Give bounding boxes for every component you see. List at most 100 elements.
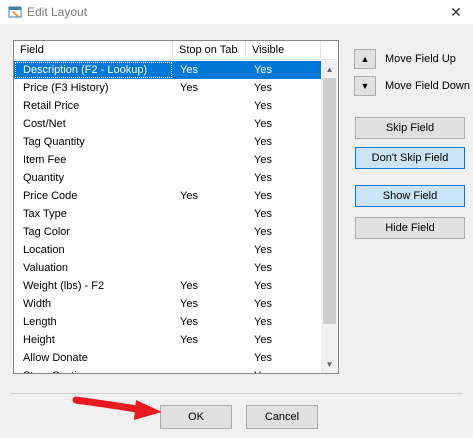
ok-button[interactable]: OK	[160, 405, 232, 429]
stop-on-tab-cell: Yes	[180, 64, 198, 76]
move-field-down-button[interactable]: ▼	[354, 76, 376, 96]
hide-field-button[interactable]: Hide Field	[355, 217, 465, 239]
list-row[interactable]: Height Yes Yes	[14, 331, 321, 349]
annotation-arrow-icon	[72, 396, 162, 420]
vertical-scrollbar[interactable]: ▲ ▼	[321, 61, 338, 373]
list-row[interactable]: Tag Quantity Yes	[14, 133, 321, 151]
field-cell: Height	[23, 334, 55, 346]
stop-on-tab-cell: Yes	[180, 298, 198, 310]
title-bar: Edit Layout ✕	[0, 0, 473, 24]
move-down-row: ▼ Move Field Down	[354, 75, 470, 97]
show-field-button[interactable]: Show Field	[355, 185, 465, 207]
visible-cell: Yes	[254, 208, 272, 220]
visible-cell: Yes	[246, 367, 321, 373]
stop-on-tab-cell: Yes	[180, 82, 198, 94]
stop-on-tab-cell	[173, 169, 246, 187]
stop-on-tab-cell	[173, 115, 246, 133]
skip-field-button[interactable]: Skip Field	[355, 117, 465, 139]
field-cell: Location	[23, 244, 65, 256]
visible-cell: Yes	[254, 334, 272, 346]
field-cell: Tag Quantity	[23, 136, 85, 148]
stop-on-tab-cell: Yes	[180, 316, 198, 328]
list-row[interactable]: Price Code Yes Yes	[14, 187, 321, 205]
list-body: Description (F2 - Lookup) Yes Yes Price (F3…	[14, 61, 321, 373]
column-header-stop-on-tab[interactable]: Stop on Tab	[173, 41, 246, 60]
stop-on-tab-cell: Yes	[180, 190, 198, 202]
visible-cell: Yes	[254, 244, 272, 256]
visible-cell: Yes	[254, 262, 272, 274]
list-row[interactable]: Width Yes Yes	[14, 295, 321, 313]
list-row[interactable]: Location Yes	[14, 241, 321, 259]
list-row[interactable]: Weight (lbs) - F2 Yes Yes	[14, 277, 321, 295]
visible-cell: Yes	[254, 118, 272, 130]
move-down-label: Move Field Down	[385, 80, 470, 92]
field-cell: Retail Price	[23, 100, 80, 112]
window-title: Edit Layout	[27, 5, 88, 19]
field-cell: Price (F3 History)	[23, 82, 109, 94]
list-row[interactable]: Item Fee Yes	[14, 151, 321, 169]
visible-cell: Yes	[254, 352, 272, 364]
field-cell: Store Section	[14, 367, 173, 373]
scroll-thumb[interactable]	[323, 78, 336, 324]
list-row[interactable]: Tag Color Yes	[14, 223, 321, 241]
field-cell: Width	[23, 298, 52, 310]
list-row[interactable]: Cost/Net Yes	[14, 115, 321, 133]
stop-on-tab-cell	[173, 241, 246, 259]
column-header-visible[interactable]: Visible	[246, 41, 321, 60]
triangle-down-icon: ▼	[360, 81, 370, 91]
list-row[interactable]: Allow Donate Yes	[14, 349, 321, 367]
stop-on-tab-cell	[173, 367, 246, 373]
field-cell: Valuation	[23, 262, 69, 274]
visible-cell: Yes	[254, 280, 272, 292]
list-row[interactable]: Retail Price Yes	[14, 97, 321, 115]
stop-on-tab-cell	[173, 223, 246, 241]
visible-cell: Yes	[254, 154, 272, 166]
column-header-field[interactable]: Field	[14, 41, 173, 60]
close-button[interactable]: ✕	[439, 0, 473, 24]
list-row[interactable]: Store Section Yes	[14, 367, 321, 373]
list-row[interactable]: Description (F2 - Lookup) Yes Yes	[14, 61, 321, 79]
field-cell: Length	[23, 316, 57, 328]
stop-on-tab-cell	[173, 349, 246, 367]
list-row[interactable]: Length Yes Yes	[14, 313, 321, 331]
stop-on-tab-cell: Yes	[180, 280, 198, 292]
move-up-row: ▲ Move Field Up	[354, 48, 456, 70]
field-cell: Weight (lbs) - F2	[23, 280, 105, 292]
edit-layout-dialog: Edit Layout ✕ Field Stop on Tab Visible …	[0, 0, 473, 438]
visible-cell: Yes	[254, 226, 272, 238]
dont-skip-field-button[interactable]: Don't Skip Field	[355, 147, 465, 169]
cancel-button[interactable]: Cancel	[246, 405, 318, 429]
field-cell: Quantity	[23, 172, 64, 184]
list-row[interactable]: Valuation Yes	[14, 259, 321, 277]
move-up-label: Move Field Up	[385, 53, 456, 65]
visible-cell: Yes	[254, 82, 272, 94]
triangle-up-icon: ▲	[360, 54, 370, 64]
scroll-up-icon[interactable]: ▲	[321, 61, 338, 78]
list-row[interactable]: Price (F3 History) Yes Yes	[14, 79, 321, 97]
list-row[interactable]: Tax Type Yes	[14, 205, 321, 223]
stop-on-tab-cell	[173, 151, 246, 169]
scroll-down-icon[interactable]: ▼	[321, 356, 338, 373]
field-cell: Item Fee	[23, 154, 67, 166]
visible-cell: Yes	[254, 298, 272, 310]
stop-on-tab-cell	[173, 259, 246, 277]
visible-cell: Yes	[254, 316, 272, 328]
visible-cell: Yes	[254, 64, 272, 76]
field-cell: Price Code	[23, 190, 78, 202]
list-row[interactable]: Quantity Yes	[14, 169, 321, 187]
app-icon	[8, 6, 22, 18]
stop-on-tab-cell	[173, 97, 246, 115]
move-field-up-button[interactable]: ▲	[354, 49, 376, 69]
stop-on-tab-cell: Yes	[180, 334, 198, 346]
field-cell: Cost/Net	[23, 118, 66, 130]
close-icon: ✕	[450, 3, 462, 20]
stop-on-tab-cell	[173, 205, 246, 223]
field-cell: Allow Donate	[23, 352, 88, 364]
field-cell: Tax Type	[23, 208, 67, 220]
visible-cell: Yes	[254, 190, 272, 202]
visible-cell: Yes	[254, 172, 272, 184]
visible-cell: Yes	[254, 100, 272, 112]
field-cell: Tag Color	[23, 226, 71, 238]
field-list[interactable]: Field Stop on Tab Visible Description (F…	[13, 40, 339, 374]
field-cell: Description (F2 - Lookup)	[14, 61, 173, 79]
